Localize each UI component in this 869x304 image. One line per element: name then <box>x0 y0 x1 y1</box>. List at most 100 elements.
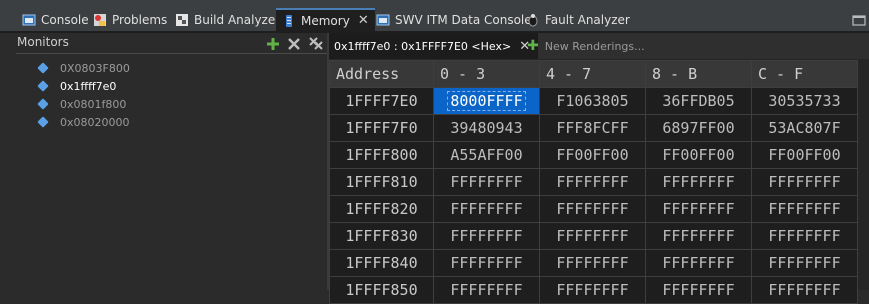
memory-value-cell[interactable]: A55AFF00 <box>433 141 540 169</box>
monitors-toolbar <box>267 35 323 54</box>
monitor-item[interactable]: 0x1ffff7e0 <box>37 77 130 95</box>
rendering-tab-label: 0x1ffff7e0 : 0x1FFFF7E0 <Hex> <box>334 39 512 53</box>
remove-all-monitors-icon[interactable] <box>309 35 323 54</box>
memory-value-cell[interactable]: FFF8FCFF <box>539 114 646 142</box>
monitor-item[interactable]: 0x0801f800 <box>37 95 130 113</box>
monitor-address: 0x0801f800 <box>60 97 127 111</box>
rendering-tab-bar: 0x1ffff7e0 : 0x1FFFF7E0 <Hex> ✕ ✚ New Re… <box>329 33 869 59</box>
monitor-diamond-icon <box>37 62 49 74</box>
memory-value-cell[interactable]: FFFFFFFF <box>645 249 752 277</box>
memory-row: 1FFFF800 A55AFF00 FF00FF00 FF00FF00 FF00FF00 <box>329 141 858 169</box>
monitor-address: 0x1ffff7e0 <box>60 79 117 93</box>
problems-icon <box>93 13 107 27</box>
memory-value-cell[interactable]: FFFFFFFF <box>433 276 540 304</box>
memory-icon <box>282 14 296 28</box>
tab-label: Memory <box>301 13 350 28</box>
monitor-diamond-icon <box>37 98 49 110</box>
memory-value-cell[interactable]: FFFFFFFF <box>645 222 752 250</box>
address-cell: 1FFFF840 <box>329 249 434 277</box>
memory-value-cell[interactable]: FFFFFFFF <box>751 195 858 223</box>
memory-row: 1FFFF820 FFFFFFFF FFFFFFFF FFFFFFFF FFFFFFFF <box>329 195 858 223</box>
memory-row: 1FFFF7E0 8000FFFF F1063805 36FFDB05 30535733 <box>329 87 858 115</box>
memory-value-cell[interactable]: FF00FF00 <box>645 141 752 169</box>
column-header-address: Address <box>329 60 434 88</box>
memory-value-cell[interactable]: 36FFDB05 <box>645 87 752 115</box>
address-cell: 1FFFF820 <box>329 195 434 223</box>
selected-value: 8000FFFF <box>447 91 526 111</box>
remove-monitor-icon[interactable] <box>288 35 300 54</box>
memory-value-cell[interactable]: F1063805 <box>539 87 646 115</box>
memory-row: 1FFFF850 FFFFFFFF FFFFFFFF FFFFFFFF FFFFFFFF <box>329 276 858 304</box>
bug-icon <box>526 13 540 27</box>
memory-value-cell[interactable]: 39480943 <box>433 114 540 142</box>
add-icon: ✚ <box>527 38 539 54</box>
monitor-item[interactable]: 0x08020000 <box>37 113 130 131</box>
memory-value-cell[interactable]: FFFFFFFF <box>433 195 540 223</box>
tab-memory[interactable]: Memory ✕ <box>276 8 375 33</box>
memory-value-cell[interactable]: FFFFFFFF <box>751 168 858 196</box>
memory-value-cell[interactable]: FFFFFFFF <box>645 276 752 304</box>
add-monitor-icon[interactable] <box>267 35 279 54</box>
memory-value-cell[interactable]: FFFFFFFF <box>645 168 752 196</box>
tab-label: Console <box>41 13 89 27</box>
close-tab-icon[interactable]: ✕ <box>358 13 369 28</box>
memory-value-cell[interactable]: 53AC807F <box>751 114 858 142</box>
memory-value-cell[interactable]: FFFFFFFF <box>539 195 646 223</box>
build-analyzer-icon <box>175 13 189 27</box>
memory-rendering-panel: 0x1ffff7e0 : 0x1FFFF7E0 <Hex> ✕ ✚ New Re… <box>329 33 869 304</box>
column-header: 4 - 7 <box>539 60 646 88</box>
address-cell: 1FFFF830 <box>329 222 434 250</box>
tab-fault-analyzer[interactable]: Fault Analyzer <box>526 8 630 32</box>
memory-value-cell[interactable]: FFFFFFFF <box>433 222 540 250</box>
address-cell: 1FFFF850 <box>329 276 434 304</box>
monitor-list: 0X0803F800 0x1ffff7e0 0x0801f800 0x08020… <box>37 59 130 131</box>
memory-table: Address 0 - 3 4 - 7 8 - B C - F 1FFFF7E0… <box>329 60 858 304</box>
address-cell: 1FFFF800 <box>329 141 434 169</box>
memory-row: 1FFFF840 FFFFFFFF FFFFFFFF FFFFFFFF FFFFFFFF <box>329 249 858 277</box>
monitors-divider <box>16 53 327 54</box>
console-icon <box>376 13 390 27</box>
memory-row: 1FFFF830 FFFFFFFF FFFFFFFF FFFFFFFF FFFFFFFF <box>329 222 858 250</box>
memory-row: 1FFFF7F0 39480943 FFF8FCFF 6897FF00 53AC807F <box>329 114 858 142</box>
memory-header-row: Address 0 - 3 4 - 7 8 - B C - F <box>329 60 858 88</box>
memory-value-cell[interactable]: FFFFFFFF <box>539 168 646 196</box>
column-header: C - F <box>751 60 858 88</box>
tab-label: SWV ITM Data Console <box>395 13 532 27</box>
monitor-item[interactable]: 0X0803F800 <box>37 59 130 77</box>
tab-label: Fault Analyzer <box>545 13 630 27</box>
view-tab-bar: Console Problems Build Analyzer Memory ✕… <box>0 0 869 33</box>
memory-value-cell[interactable]: FFFFFFFF <box>751 249 858 277</box>
tab-label: Problems <box>112 13 168 27</box>
tab-console[interactable]: Console <box>22 8 89 32</box>
tab-label: Build Analyzer <box>194 13 281 27</box>
rendering-tab-hex[interactable]: 0x1ffff7e0 : 0x1FFFF7E0 <Hex> ✕ <box>329 33 539 59</box>
address-cell: 1FFFF7E0 <box>329 87 434 115</box>
memory-value-cell[interactable]: FFFFFFFF <box>433 168 540 196</box>
address-cell: 1FFFF810 <box>329 168 434 196</box>
memory-value-cell[interactable]: 8000FFFF <box>433 87 540 115</box>
memory-value-cell[interactable]: FFFFFFFF <box>433 249 540 277</box>
memory-value-cell[interactable]: FFFFFFFF <box>751 276 858 304</box>
monitors-panel: Monitors 0X0803F800 0x1ffff7e0 0x0801f80… <box>0 33 327 290</box>
monitors-title: Monitors <box>17 35 69 49</box>
memory-value-cell[interactable]: 6897FF00 <box>645 114 752 142</box>
memory-value-cell[interactable]: 30535733 <box>751 87 858 115</box>
column-header: 0 - 3 <box>433 60 540 88</box>
monitor-diamond-icon <box>37 80 49 92</box>
view-menu-icon[interactable] <box>852 12 866 26</box>
memory-value-cell[interactable]: FFFFFFFF <box>539 249 646 277</box>
tab-problems[interactable]: Problems <box>93 8 167 32</box>
tab-swv-itm-data-console[interactable]: SWV ITM Data Console <box>376 8 532 32</box>
monitor-address: 0X0803F800 <box>60 61 130 75</box>
new-renderings-tab[interactable]: ✚ New Renderings... <box>527 33 645 59</box>
tab-build-analyzer[interactable]: Build Analyzer <box>175 8 280 32</box>
column-header: 8 - B <box>645 60 752 88</box>
monitor-diamond-icon <box>37 116 49 128</box>
memory-value-cell[interactable]: FFFFFFFF <box>751 222 858 250</box>
new-renderings-label: New Renderings... <box>544 39 645 53</box>
memory-value-cell[interactable]: FFFFFFFF <box>539 222 646 250</box>
memory-value-cell[interactable]: FF00FF00 <box>751 141 858 169</box>
memory-value-cell[interactable]: FF00FF00 <box>539 141 646 169</box>
memory-value-cell[interactable]: FFFFFFFF <box>645 195 752 223</box>
memory-value-cell[interactable]: FFFFFFFF <box>539 276 646 304</box>
